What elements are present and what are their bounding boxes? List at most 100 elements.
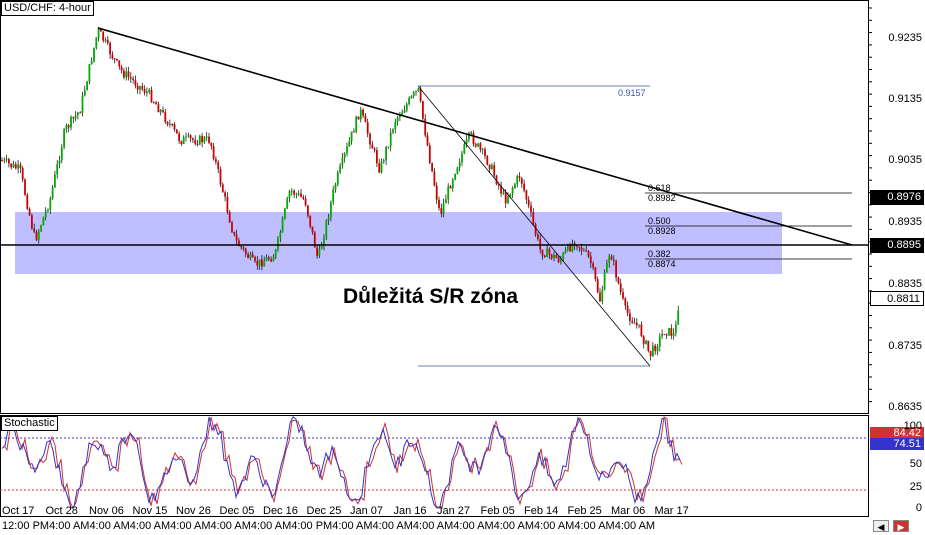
candle-body (189, 135, 192, 139)
candle-body (325, 220, 328, 239)
candle-body (51, 187, 54, 199)
candle-body (470, 132, 473, 134)
scroll-left-icon[interactable]: ◀ (873, 520, 889, 532)
candle-body (479, 143, 482, 150)
candle-body (5, 159, 8, 161)
price-panel[interactable] (0, 0, 869, 414)
candle-body (293, 190, 295, 195)
price-tick-label: 0.9035 (888, 154, 922, 166)
candle-body (633, 322, 636, 324)
candle-body (74, 115, 77, 119)
candle-body (504, 192, 507, 204)
candle-body (668, 328, 670, 336)
candle-body (125, 71, 128, 78)
candle-body (44, 210, 47, 218)
candle-body (433, 171, 436, 186)
candle-body (311, 226, 314, 233)
candle-body (640, 324, 643, 337)
price-tick-label: 0.8935 (888, 216, 922, 228)
candle-body (104, 39, 107, 41)
candle-body (601, 289, 604, 302)
candle-body (88, 64, 91, 82)
candle-body (194, 139, 197, 144)
candle-body (557, 258, 560, 262)
candle-body (343, 153, 346, 158)
candle-body (564, 250, 567, 254)
candle-body (442, 203, 445, 214)
candle-body (270, 259, 272, 262)
candle-body (665, 334, 668, 336)
candle-body (661, 334, 663, 337)
candle-body (649, 350, 652, 356)
candle-body (249, 254, 252, 258)
candle-body (385, 147, 387, 161)
candle-body (120, 66, 123, 71)
candle-body (599, 292, 601, 302)
candle-body (619, 283, 622, 293)
candle-body (514, 184, 516, 189)
candle-body (277, 237, 279, 250)
candle-body (645, 340, 647, 344)
scroll-right-icon[interactable]: ▶ (893, 520, 909, 532)
candle-body (357, 116, 360, 120)
candle-body (212, 146, 215, 160)
candle-body (486, 156, 489, 165)
candle-body (484, 149, 486, 157)
candle-body (339, 165, 341, 173)
candle-body (31, 215, 33, 229)
candle-body (580, 247, 583, 251)
swing-high-label: 0.9157 (618, 88, 646, 98)
price-tick-label: 0.9135 (888, 93, 922, 105)
candle-body (81, 95, 84, 114)
candle-body (550, 254, 553, 259)
candle-body (481, 149, 484, 151)
time-axis-label: Oct 17 (2, 505, 35, 517)
candle-body (516, 176, 519, 185)
candle-body (456, 167, 459, 174)
candle-body (307, 205, 309, 216)
candle-body (585, 250, 588, 252)
candle-body (553, 254, 555, 259)
candle-body (511, 188, 514, 194)
time-axis-label: Nov 15 (132, 505, 168, 517)
candle-body (111, 54, 114, 59)
time-axis-label: Feb 05 (480, 505, 515, 517)
candle-body (622, 292, 624, 299)
candle-body (626, 305, 629, 314)
candle-body (290, 190, 293, 192)
candle-body (530, 205, 532, 213)
candle-body (415, 91, 417, 93)
candle-body (346, 146, 348, 154)
candle-body (219, 169, 222, 185)
candle-body (341, 157, 344, 166)
candle-body (136, 85, 139, 90)
candle-body (532, 212, 535, 224)
candle-body (295, 193, 298, 195)
candle-body (318, 248, 321, 256)
candle-body (304, 198, 307, 206)
candle-body (389, 132, 392, 147)
time-axis-label: Mar 06 (611, 505, 646, 517)
stochastic-panel[interactable] (0, 415, 869, 517)
candle-body (288, 191, 291, 199)
candle-body (185, 136, 187, 138)
time-axis-label: Jan 27 (437, 505, 471, 517)
candle-body (477, 143, 479, 147)
candle-body (474, 144, 477, 147)
candle-body (472, 132, 475, 145)
candle-body (180, 141, 183, 145)
candle-body (67, 125, 70, 128)
candle-body (541, 249, 544, 256)
candle-body (596, 279, 599, 293)
fib-price-label: 0.8982 (648, 193, 676, 203)
candle-body (523, 183, 525, 191)
sr-zone-label[interactable]: Důležitá S/R zóna (343, 285, 518, 309)
chart-canvas[interactable] (0, 0, 925, 535)
candle-body (548, 248, 551, 255)
candle-body (366, 122, 369, 134)
candle-body (309, 215, 312, 227)
fib-price-label: 0.8874 (648, 259, 676, 269)
time-axis-label: Nov 26 (176, 505, 211, 517)
candle-body (127, 71, 130, 78)
candle-body (617, 277, 620, 284)
